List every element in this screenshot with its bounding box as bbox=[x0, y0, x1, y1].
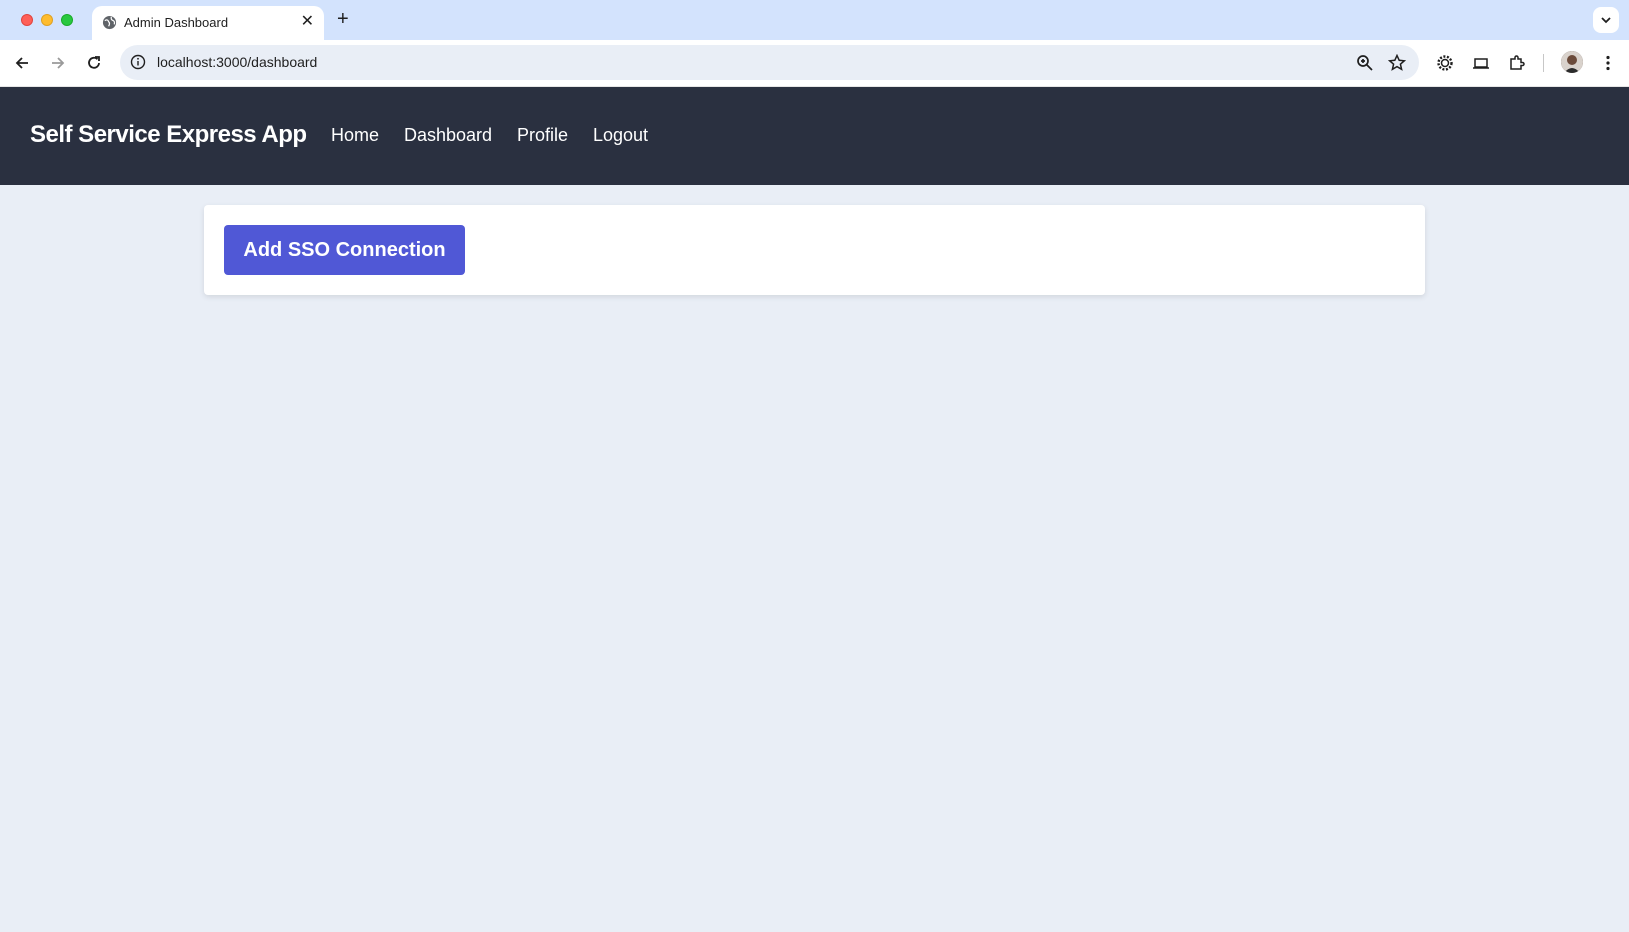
tab-title: Admin Dashboard bbox=[124, 15, 229, 30]
info-icon[interactable] bbox=[130, 54, 146, 70]
tab-list-button[interactable] bbox=[1593, 7, 1619, 33]
url-text[interactable]: localhost:3000/dashboard bbox=[157, 54, 317, 70]
profile-photo-icon bbox=[1561, 51, 1583, 73]
nav-home[interactable]: Home bbox=[331, 125, 379, 146]
puzzle-icon[interactable] bbox=[1508, 54, 1526, 72]
maximize-window-button[interactable] bbox=[61, 14, 73, 26]
close-window-button[interactable] bbox=[21, 14, 33, 26]
reload-icon[interactable] bbox=[85, 54, 103, 72]
new-tab-button[interactable]: + bbox=[337, 8, 349, 30]
dashboard-card: Add SSO Connection bbox=[204, 205, 1425, 295]
address-bar[interactable]: localhost:3000/dashboard bbox=[120, 45, 1419, 80]
nav-profile[interactable]: Profile bbox=[517, 125, 568, 146]
toolbar-divider bbox=[1543, 54, 1544, 72]
brand-title[interactable]: Self Service Express App bbox=[30, 121, 307, 149]
back-icon[interactable] bbox=[13, 54, 31, 72]
nav-logout[interactable]: Logout bbox=[593, 125, 648, 146]
add-sso-connection-button[interactable]: Add SSO Connection bbox=[224, 225, 465, 275]
tab-close-icon[interactable]: ✕ bbox=[301, 13, 314, 31]
browser-toolbar: localhost:3000/dashboard bbox=[0, 40, 1629, 87]
nav-dashboard[interactable]: Dashboard bbox=[404, 125, 492, 146]
globe-icon bbox=[102, 15, 117, 30]
forward-icon[interactable] bbox=[49, 54, 67, 72]
more-icon[interactable] bbox=[1599, 54, 1617, 72]
browser-tab[interactable]: Admin Dashboard ✕ bbox=[92, 6, 324, 40]
minimize-window-button[interactable] bbox=[41, 14, 53, 26]
star-icon[interactable] bbox=[1388, 54, 1406, 72]
browser-tab-strip: Admin Dashboard ✕ + bbox=[0, 0, 1629, 40]
extension-gear-icon[interactable] bbox=[1436, 54, 1454, 72]
main-content: Add SSO Connection bbox=[0, 185, 1629, 932]
avatar[interactable] bbox=[1561, 51, 1583, 73]
zoom-icon[interactable] bbox=[1356, 54, 1374, 72]
cast-icon[interactable] bbox=[1472, 54, 1490, 72]
app-header: Self Service Express App Home Dashboard … bbox=[0, 87, 1629, 185]
chevron-down-icon bbox=[1601, 17, 1611, 24]
